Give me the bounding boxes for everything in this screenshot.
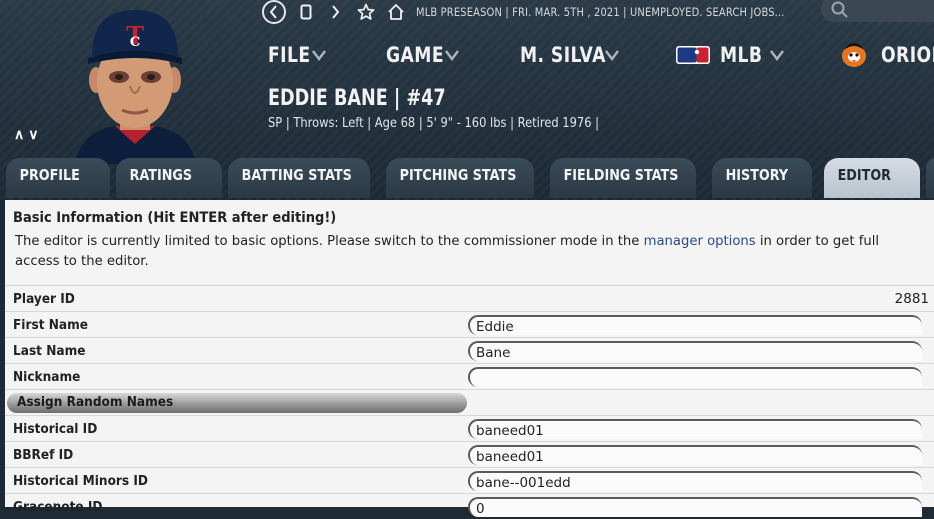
section-title: Basic Information (Hit ENTER after editi… xyxy=(13,210,337,226)
svg-text:C: C xyxy=(130,35,140,50)
player-id-label: Player ID xyxy=(13,291,75,307)
home-icon xyxy=(388,4,404,20)
chevron-down-icon xyxy=(311,50,326,61)
gracenote-id-label: Gracenote ID xyxy=(13,499,103,515)
tab-profile[interactable]: PROFILE xyxy=(6,158,110,198)
row-gracenote-id: Gracenote ID 0 xyxy=(5,493,934,519)
menu-file[interactable]: FILE xyxy=(268,43,386,67)
tab-batting-stats-label: BATTING STATS xyxy=(241,166,352,184)
first-name-field[interactable]: Eddie xyxy=(468,315,922,335)
historical-id-field[interactable]: baneed01 xyxy=(468,419,922,439)
orioles-logo-icon xyxy=(842,43,866,67)
player-name: EDDIE BANE | #47 xyxy=(268,86,446,111)
player-id-value: 2881 xyxy=(894,291,929,307)
forward-button[interactable] xyxy=(326,1,346,23)
home-button[interactable] xyxy=(386,1,406,23)
row-assign-random-names: Assign Random Names xyxy=(5,389,934,415)
page-icon xyxy=(300,4,312,20)
first-name-label: First Name xyxy=(13,317,88,333)
editor-panel: Basic Information (Hit ENTER after editi… xyxy=(5,200,934,517)
menu-game-label: GAME xyxy=(386,43,445,67)
menu-file-label: FILE xyxy=(268,43,311,67)
nickname-field[interactable] xyxy=(468,367,922,387)
tab-editor[interactable]: EDITOR xyxy=(824,158,920,198)
player-portrait: T C xyxy=(70,4,200,164)
menu-manager[interactable]: M. SILVA xyxy=(520,43,676,67)
sort-arrows-icon[interactable]: ∧∨ xyxy=(14,126,43,143)
editor-description: The editor is currently limited to basic… xyxy=(15,232,920,272)
last-name-label: Last Name xyxy=(13,343,86,359)
tab-ratings[interactable]: RATINGS xyxy=(116,158,222,198)
tab-pitching-stats-label: PITCHING STATS xyxy=(399,166,517,184)
tab-more[interactable] xyxy=(926,158,934,198)
description-text: The editor is currently limited to basic… xyxy=(15,234,644,249)
menu-team[interactable]: ORIOL xyxy=(839,40,934,70)
tab-profile-label: PROFILE xyxy=(19,166,80,184)
chevron-down-icon xyxy=(769,50,784,61)
menu-league[interactable]: MLB xyxy=(676,43,839,67)
historical-minors-id-field[interactable]: bane--001edd xyxy=(468,471,922,491)
historical-minors-id-label: Historical Minors ID xyxy=(13,473,148,489)
star-icon xyxy=(357,3,375,20)
game-status: MLB PRESEASON | FRI. MAR. 5TH , 2021 | U… xyxy=(416,5,785,19)
assign-random-names-button[interactable]: Assign Random Names xyxy=(7,393,467,413)
chevron-left-icon xyxy=(269,5,277,19)
tab-batting-stats[interactable]: BATTING STATS xyxy=(228,158,370,198)
last-name-field[interactable]: Bane xyxy=(468,341,922,361)
search-icon xyxy=(831,1,848,18)
tab-ratings-label: RATINGS xyxy=(129,166,193,184)
row-last-name: Last Name Bane xyxy=(5,337,934,363)
tab-history-label: HISTORY xyxy=(725,166,789,184)
tab-fielding-stats-label: FIELDING STATS xyxy=(563,166,679,184)
mlb-logo-icon xyxy=(676,46,710,64)
chevron-right-icon xyxy=(332,5,340,19)
player-info: SP | Throws: Left | Age 68 | 5' 9" - 160… xyxy=(268,115,600,131)
nickname-label: Nickname xyxy=(13,369,81,385)
chevron-down-icon xyxy=(604,50,619,61)
main-menu: FILE GAME M. SILVA MLB ORIO xyxy=(268,38,934,72)
historical-id-label: Historical ID xyxy=(13,421,98,437)
row-first-name: First Name Eddie xyxy=(5,311,934,337)
assign-random-names-label: Assign Random Names xyxy=(17,394,174,410)
menu-manager-label: M. SILVA xyxy=(520,43,606,67)
row-bbref-id: BBRef ID baneed01 xyxy=(5,441,934,467)
tab-editor-label: EDITOR xyxy=(837,166,891,184)
bbref-id-label: BBRef ID xyxy=(13,447,74,463)
menu-league-label: MLB xyxy=(720,43,763,67)
row-nickname: Nickname xyxy=(5,363,934,389)
gracenote-id-field[interactable]: 0 xyxy=(468,497,922,517)
tab-fielding-stats[interactable]: FIELDING STATS xyxy=(550,158,696,198)
row-player-id: Player ID 2881 xyxy=(5,285,934,311)
back-button[interactable] xyxy=(262,0,286,24)
page-button[interactable] xyxy=(296,1,316,23)
row-historical-minors-id: Historical Minors ID bane--001edd xyxy=(5,467,934,493)
tab-history[interactable]: HISTORY xyxy=(712,158,812,198)
chevron-down-icon xyxy=(444,50,459,61)
menu-game[interactable]: GAME xyxy=(386,43,520,67)
header: MLB PRESEASON | FRI. MAR. 5TH , 2021 | U… xyxy=(0,0,934,200)
menu-team-label: ORIOL xyxy=(881,43,934,67)
search-box[interactable] xyxy=(821,0,934,22)
top-nav-bar: MLB PRESEASON | FRI. MAR. 5TH , 2021 | U… xyxy=(262,0,845,24)
manager-options-link[interactable]: manager options xyxy=(644,234,756,249)
tab-pitching-stats[interactable]: PITCHING STATS xyxy=(386,158,534,198)
row-historical-id: Historical ID baneed01 xyxy=(5,415,934,441)
editor-fields: Player ID 2881 First Name Eddie Last Nam… xyxy=(5,285,934,519)
favorites-button[interactable] xyxy=(356,1,376,23)
tab-bar: PROFILE RATINGS BATTING STATS PITCHING S… xyxy=(0,158,934,200)
bbref-id-field[interactable]: baneed01 xyxy=(468,445,922,465)
